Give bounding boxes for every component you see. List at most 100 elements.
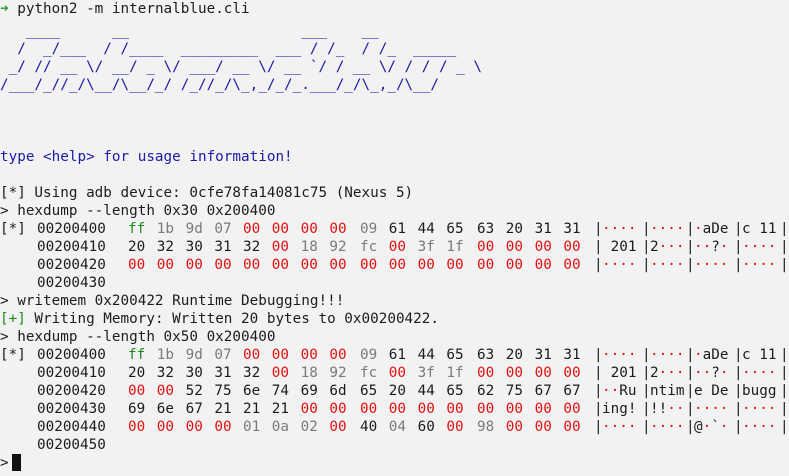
hexdump-byte-group: 00 00 00 00 (360, 400, 475, 418)
hexdump-byte: 00 (300, 347, 318, 363)
hexdump-byte: 1f (446, 239, 464, 255)
hexdump-ascii: c 11 (742, 221, 777, 237)
hexdump-output-2: [*] 00200400 ff 1b 9d 07 00 00 00 00 09 61 44 65 63 20 3… (0, 346, 789, 454)
hexdump-byte: 00 (185, 419, 203, 435)
hexdump-byte-group: fc 00 3f 1f (360, 364, 475, 382)
hexdump-row: 00200430 (0, 274, 789, 292)
hexdump-byte: 00 (477, 257, 495, 273)
hexdump-ascii: ···· (650, 257, 685, 273)
hexdump-byte: 1b (156, 221, 175, 237)
hexdump-address: 00200400 (37, 221, 106, 237)
hexdump-byte: 00 (243, 257, 261, 273)
hexdump-byte: 00 (477, 239, 495, 255)
hexdump-row: 00200420 00 00 00 00 00 00 00 00 00 00 00 00 00 00 00 00… (0, 256, 789, 274)
hexdump-byte: 00 (156, 419, 175, 435)
input-prompt[interactable]: > (0, 454, 789, 472)
hexdump-ascii: e De (694, 383, 729, 399)
hexdump-byte: 31 (534, 347, 552, 363)
logo-line: ____ __ ___ __ (0, 23, 379, 39)
hexdump-ascii: ···· (742, 365, 777, 381)
ascii-separator: | (780, 257, 789, 273)
hexdump-byte: 92 (329, 365, 347, 381)
hexdump-byte: 02 (300, 419, 318, 435)
hexdump-byte: 00 (505, 257, 524, 273)
hexdump-byte: 00 (563, 419, 581, 435)
help-hint: type <help> for usage information! (0, 149, 293, 165)
hexdump-ascii: ···· (742, 239, 777, 255)
hexdump-byte: 65 (446, 221, 464, 237)
write-memory-message: [+] Writing Memory: Written 20 bytes to … (0, 311, 439, 327)
hexdump-byte: 00 (271, 347, 290, 363)
hexdump-ascii: ···· (650, 221, 685, 237)
hexdump-byte: 20 (388, 383, 407, 399)
launch-command: python2 -m internalblue.cli (17, 1, 250, 17)
text-cursor (11, 454, 21, 471)
hexdump-byte-group: 00 00 00 00 (128, 418, 243, 436)
hexdump-byte: 31 (563, 221, 581, 237)
hexdump-byte: 00 (446, 419, 464, 435)
hexdump-byte: 67 (563, 383, 581, 399)
hexdump-byte: 00 (329, 347, 347, 363)
hexdump-byte-group: 32 00 18 92 (243, 364, 358, 382)
hexdump-byte: 00 (534, 365, 552, 381)
hexdump-ascii: ···· (694, 401, 729, 417)
hexdump-byte: 00 (534, 419, 552, 435)
hexdump-byte: 00 (128, 383, 146, 399)
hexdump-byte: 00 (388, 239, 407, 255)
hexdump-ascii: c 11 (742, 347, 777, 363)
hexdump-address: 00200420 (37, 257, 106, 273)
hexdump-byte: 00 (214, 419, 232, 435)
hexdump-command-1: > hexdump --length 0x30 0x200400 (0, 203, 276, 219)
hexdump-byte: 00 (271, 221, 290, 237)
hexdump-address: 00200420 (37, 383, 106, 399)
hexdump-byte: 00 (329, 401, 347, 417)
hexdump-byte: 00 (388, 401, 407, 417)
hexdump-address: 00200440 (37, 419, 106, 435)
hexdump-byte: 00 (329, 419, 347, 435)
hexdump-byte: 75 (214, 383, 232, 399)
hexdump-ascii: ·aDe (694, 347, 729, 363)
hexdump-byte: 00 (477, 365, 495, 381)
hexdump-byte: 21 (271, 401, 290, 417)
hexdump-ascii: ···· (602, 347, 637, 363)
hexdump-byte-group: 63 20 31 31 (477, 346, 592, 364)
hexdump-byte-group: 32 00 18 92 (243, 238, 358, 256)
hexdump-ascii: 201 (610, 365, 637, 381)
hexdump-byte: 00 (300, 257, 318, 273)
hexdump-address: 00200430 (37, 275, 106, 291)
terminal-window[interactable]: ➜ python2 -m internalblue.cli ____ __ __… (0, 0, 789, 476)
hexdump-ascii: ···· (650, 347, 685, 363)
hexdump-byte: 00 (534, 257, 552, 273)
hexdump-byte-group: 62 75 67 67 (477, 382, 592, 400)
hexdump-byte: 61 (388, 347, 407, 363)
hexdump-byte: 00 (534, 239, 552, 255)
hexdump-byte-group: 20 32 30 31 (128, 364, 243, 382)
hexdump-byte-group: 00 00 52 75 (128, 382, 243, 400)
hexdump-row: 00200420 00 00 52 75 6e 74 69 6d 65 20 44 65 62 75 67 67… (0, 382, 789, 400)
info-prefix: [*] (0, 347, 26, 363)
hexdump-byte: 20 (505, 347, 524, 363)
hexdump-byte: 32 (243, 365, 261, 381)
hexdump-byte-group: 00 00 00 00 (477, 364, 592, 382)
hexdump-byte: 3f (417, 239, 435, 255)
hexdump-ascii: ··Ru (602, 383, 637, 399)
writemem-command: > writemem 0x200422 Runtime Debugging!!! (0, 293, 345, 309)
hexdump-byte: 6d (329, 383, 347, 399)
ascii-separator: | (780, 401, 789, 417)
hexdump-ascii: ···· (742, 401, 777, 417)
hexdump-byte: 00 (360, 401, 378, 417)
hexdump-ascii: ···· (602, 419, 637, 435)
hexdump-byte: 00 (388, 257, 407, 273)
hexdump-ascii: ···· (742, 257, 777, 273)
hexdump-ascii: ···· (694, 257, 729, 273)
hexdump-byte: 9d (185, 347, 203, 363)
hexdump-byte: 00 (300, 221, 318, 237)
hexdump-byte: 00 (563, 401, 581, 417)
hexdump-byte: 00 (156, 383, 175, 399)
hexdump-byte: 63 (477, 221, 495, 237)
hexdump-byte: 1f (446, 365, 464, 381)
hexdump-byte: 9d (185, 221, 203, 237)
hexdump-byte: 00 (360, 257, 378, 273)
hexdump-ascii: ·aDe (694, 221, 729, 237)
hexdump-byte-group: 00 00 00 00 (243, 220, 358, 238)
